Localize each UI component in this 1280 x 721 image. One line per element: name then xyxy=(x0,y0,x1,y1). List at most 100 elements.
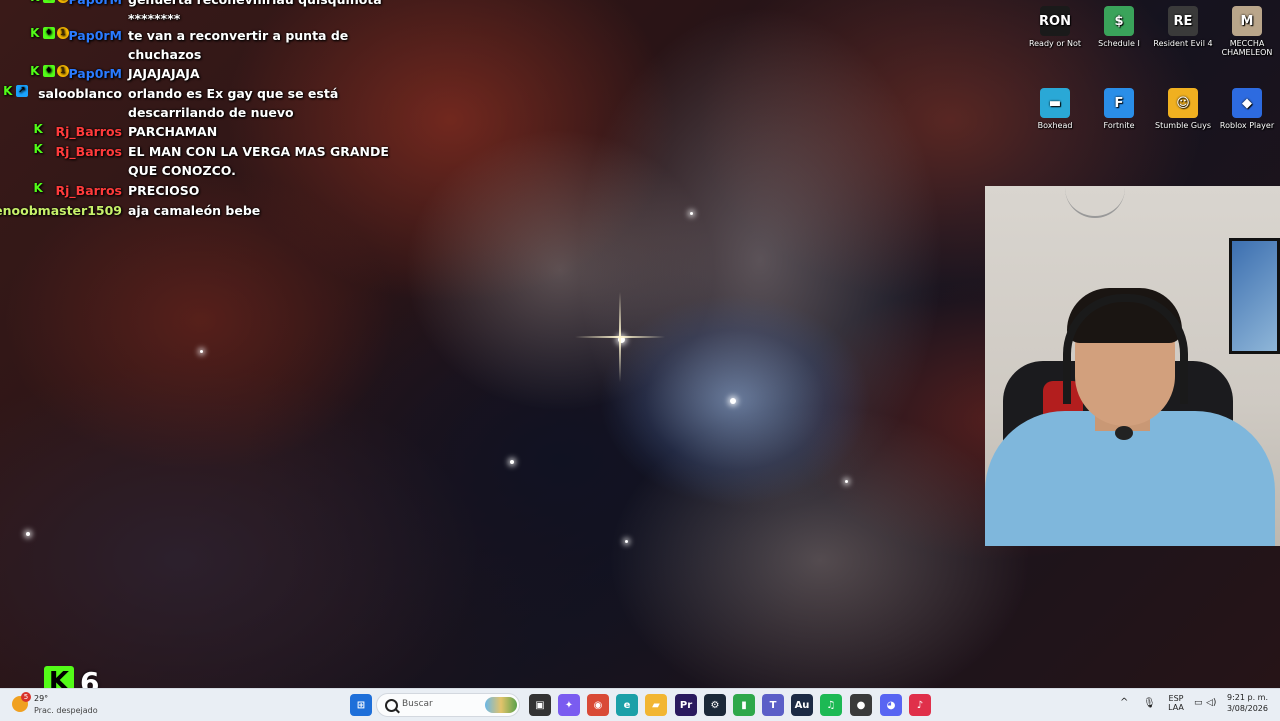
xbox-game-icon[interactable]: ▮ xyxy=(733,694,755,716)
chat-badges: K xyxy=(32,123,44,135)
chat-message-text: EL MAN CON LA VERGA MAS GRANDE QUE CONOZ… xyxy=(128,144,389,178)
desktop-shortcut[interactable]: ◆ Roblox Player xyxy=(1215,88,1279,130)
weather-widget[interactable]: 5 29° Prac. despejado xyxy=(12,692,102,718)
desktop-shortcut-label: Boxhead xyxy=(1037,121,1073,130)
kick-badge-icon: K xyxy=(33,142,43,156)
headset-mic xyxy=(1115,426,1133,440)
copilot-icon[interactable]: ✦ xyxy=(558,694,580,716)
resident-evil-4-icon: RE xyxy=(1168,6,1198,36)
kick-badge-icon: K xyxy=(3,84,13,98)
subscriber-badge-icon: ♦ xyxy=(42,0,55,3)
obs-icon[interactable]: ● xyxy=(850,694,872,716)
search-highlight-icon xyxy=(485,697,517,713)
teams-icon[interactable]: T xyxy=(762,694,784,716)
steam-icon[interactable]: ⚙ xyxy=(704,694,726,716)
webcam-feed xyxy=(985,186,1280,546)
chat-username: Pap0rM xyxy=(68,0,122,9)
stumble-guys-icon: ☺ xyxy=(1168,88,1198,118)
desktop-shortcut-label: Resident Evil 4 xyxy=(1153,39,1213,48)
microphone-icon[interactable]: 🎙 xyxy=(1143,698,1156,709)
chat-badges: K♦1 xyxy=(29,27,69,39)
desktop-shortcut-label: Ready or Not xyxy=(1028,39,1082,48)
boxhead-icon: ▬ xyxy=(1040,88,1070,118)
weather-badge: 5 xyxy=(21,692,31,702)
desktop-shortcut-label: Roblox Player xyxy=(1219,121,1275,130)
audition-icon[interactable]: Au xyxy=(791,694,813,716)
star xyxy=(200,350,203,353)
meccha-chameleon-icon: M xyxy=(1232,6,1262,36)
edge-icon[interactable]: e xyxy=(616,694,638,716)
desktop-shortcut[interactable]: $ Schedule I xyxy=(1087,6,1151,48)
star xyxy=(690,212,693,215)
language-code: ESP xyxy=(1168,694,1184,703)
ready-or-not-icon: RON xyxy=(1039,6,1071,36)
months-badge-icon: 1 xyxy=(56,27,69,39)
chat-username: Pap0rM xyxy=(68,66,122,81)
chat-username: Pap0rM xyxy=(68,28,122,43)
search-placeholder: Buscar xyxy=(402,699,433,709)
chat-username: Rj_Barros xyxy=(55,144,122,159)
chat-message-text: PRECIOSO xyxy=(128,183,200,198)
premiere-icon[interactable]: Pr xyxy=(675,694,697,716)
desktop-shortcut-label: MECCHA CHAMELEON xyxy=(1221,39,1273,57)
chevron-up-icon[interactable]: ^ xyxy=(1120,697,1128,708)
star-flare xyxy=(575,292,665,382)
tv-screen xyxy=(1229,238,1280,354)
roblox-player-icon: ◆ xyxy=(1232,88,1262,118)
schedule-i-icon: $ xyxy=(1104,6,1134,36)
desktop-shortcut[interactable]: RON Ready or Not xyxy=(1023,6,1087,48)
tiktok-icon[interactable]: ♪ xyxy=(909,694,931,716)
desktop-shortcut-label: Schedule I xyxy=(1098,39,1140,48)
months-badge-icon: 1 xyxy=(56,65,69,77)
chat-message-text: PARCHAMAN xyxy=(128,124,218,139)
months-badge-icon: 1 xyxy=(56,0,69,3)
chat-username: Rj_Barros xyxy=(55,183,122,198)
volume-icon[interactable]: ◁) xyxy=(1206,698,1216,708)
desktop-shortcut[interactable]: RE Resident Evil 4 xyxy=(1151,6,1215,48)
headset xyxy=(1063,294,1188,404)
discord-icon[interactable]: ◕ xyxy=(880,694,902,716)
chat-badges: K♦1 xyxy=(29,0,69,3)
desktop-shortcut[interactable]: ☺ Stumble Guys xyxy=(1151,88,1215,130)
fortnite-icon: F xyxy=(1104,88,1134,118)
desktop-shortcut[interactable]: M MECCHA CHAMELEON xyxy=(1215,6,1279,57)
chat-message-text: JAJAJAJAJA xyxy=(128,66,200,81)
desktop-shortcut[interactable]: ▬ Boxhead xyxy=(1023,88,1087,130)
star xyxy=(625,540,628,543)
search-icon xyxy=(385,699,398,712)
subscriber-badge-icon: ♦ xyxy=(42,27,55,39)
keyboard-layout: LAA xyxy=(1168,703,1184,712)
chat-message-text: genuerta reconevnirlau quisquinota *****… xyxy=(128,0,382,26)
kick-badge-icon: K xyxy=(30,64,40,78)
desktop-shortcut[interactable]: F Fortnite xyxy=(1087,88,1151,130)
network-icon[interactable]: ▭ xyxy=(1194,698,1203,708)
start-icon[interactable]: ⊞ xyxy=(350,694,372,716)
chat-username: salooblanco xyxy=(38,86,122,101)
chat-badges: K♦1 xyxy=(29,65,69,77)
chrome-icon[interactable]: ◉ xyxy=(587,694,609,716)
clock[interactable]: 9:21 p. m. 3/08/2026 xyxy=(1220,693,1268,713)
chat-message-text: orlando es Ex gay que se está descarrila… xyxy=(128,86,339,120)
language-indicator[interactable]: ESP LAA xyxy=(1166,694,1186,712)
chat-badges: K ↗ xyxy=(2,85,28,97)
clock-date: 3/08/2026 xyxy=(1226,704,1268,713)
chat-username: Rj_Barros xyxy=(55,124,122,139)
weather-temp: 29° xyxy=(34,694,49,703)
search-box[interactable]: Buscar xyxy=(376,693,520,717)
desktop-shortcut-label: Stumble Guys xyxy=(1154,121,1211,130)
kick-badge-icon: K xyxy=(29,0,41,3)
file-explorer-icon[interactable]: ▰ xyxy=(645,694,667,716)
desktop-shortcut-label: Fortnite xyxy=(1103,121,1135,130)
chat-message-text: aja camaleón bebe xyxy=(128,203,261,218)
star xyxy=(26,532,30,536)
chat-message-text: te van a reconvertir a punta de chuchazo… xyxy=(128,28,349,62)
sub-gifter-badge-icon: ↗ xyxy=(15,85,28,97)
star xyxy=(845,480,848,483)
spotify-icon[interactable]: ♫ xyxy=(820,694,842,716)
taskbar: 5 29° Prac. despejado ⊞ Buscar ▣ ✦ ◉ e ▰ Pr ⚙ ▮… xyxy=(0,688,1280,721)
star xyxy=(730,398,736,404)
ceiling-lamp xyxy=(1065,186,1125,218)
task-view-icon[interactable]: ▣ xyxy=(529,694,551,716)
chat-badges: K xyxy=(32,143,44,155)
chat-badges: K xyxy=(32,182,44,194)
